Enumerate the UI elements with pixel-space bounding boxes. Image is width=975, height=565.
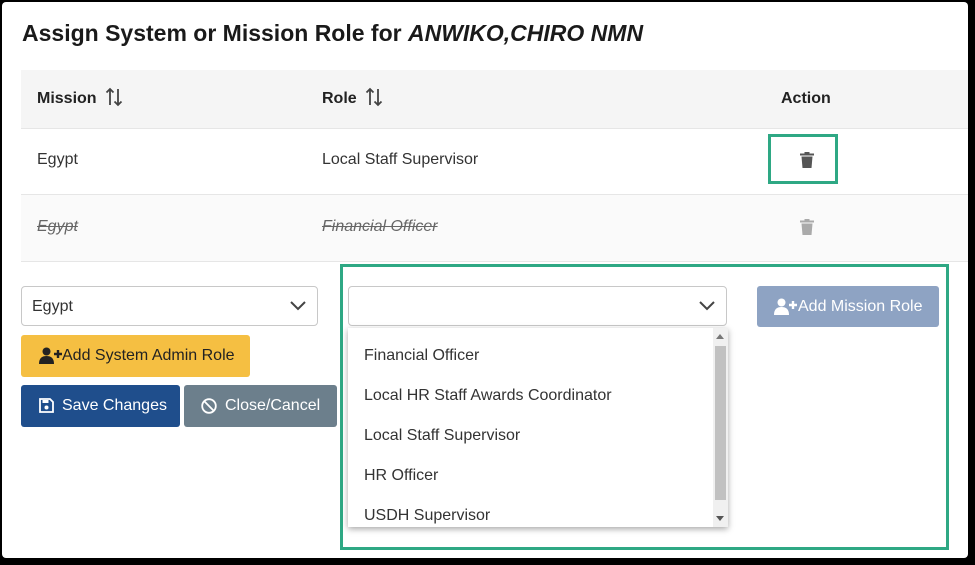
mission-select[interactable]: Egypt — [21, 286, 318, 326]
role-option[interactable]: USDH Supervisor — [364, 507, 490, 525]
column-header-role[interactable]: Role — [322, 90, 357, 108]
role-option[interactable]: Local Staff Supervisor — [364, 427, 520, 445]
role-dropdown-list[interactable]: Financial Officer Local HR Staff Awards … — [348, 328, 728, 527]
table-row-deleted: Egypt Financial Officer — [21, 195, 968, 262]
role-option[interactable]: Financial Officer — [364, 347, 479, 365]
close-cancel-label: Close/Cancel — [225, 397, 321, 414]
role-option[interactable]: Local HR Staff Awards Coordinator — [364, 387, 612, 405]
table-header: Mission Role Action — [21, 70, 968, 129]
row-role: Financial Officer — [322, 218, 438, 235]
user-plus-icon — [39, 347, 62, 364]
trash-icon — [800, 219, 814, 235]
delete-highlight — [768, 134, 838, 184]
save-changes-button[interactable]: Save Changes — [21, 385, 180, 427]
dialog-title-prefix: Assign System or Mission Role for — [22, 20, 408, 46]
floppy-disk-icon — [39, 398, 54, 413]
ban-icon — [201, 398, 217, 414]
save-changes-label: Save Changes — [62, 397, 167, 414]
dialog-title: Assign System or Mission Role for ANWIKO… — [22, 20, 643, 47]
column-header-action: Action — [781, 90, 831, 107]
dropdown-scrollbar[interactable] — [713, 328, 728, 527]
add-system-admin-role-label: Add System Admin Role — [62, 347, 235, 364]
row-mission: Egypt — [37, 151, 78, 168]
scroll-up-arrow-icon[interactable] — [716, 334, 724, 339]
row-mission: Egypt — [37, 218, 78, 235]
sort-arrows-icon[interactable] — [105, 86, 123, 108]
mission-select-value: Egypt — [32, 298, 73, 315]
chevron-down-icon — [290, 301, 306, 311]
sort-arrows-icon[interactable] — [365, 86, 383, 108]
close-cancel-button[interactable]: Close/Cancel — [184, 385, 337, 427]
add-system-admin-role-button[interactable]: Add System Admin Role — [21, 335, 250, 377]
dialog-title-name: ANWIKO,CHIRO NMN — [407, 20, 644, 46]
scroll-down-arrow-icon[interactable] — [716, 516, 724, 521]
column-header-mission[interactable]: Mission — [37, 90, 97, 108]
row-role: Local Staff Supervisor — [322, 151, 479, 168]
role-option[interactable]: HR Officer — [364, 467, 438, 485]
scrollbar-thumb[interactable] — [715, 346, 726, 500]
assign-role-dialog: Assign System or Mission Role for ANWIKO… — [2, 2, 968, 558]
